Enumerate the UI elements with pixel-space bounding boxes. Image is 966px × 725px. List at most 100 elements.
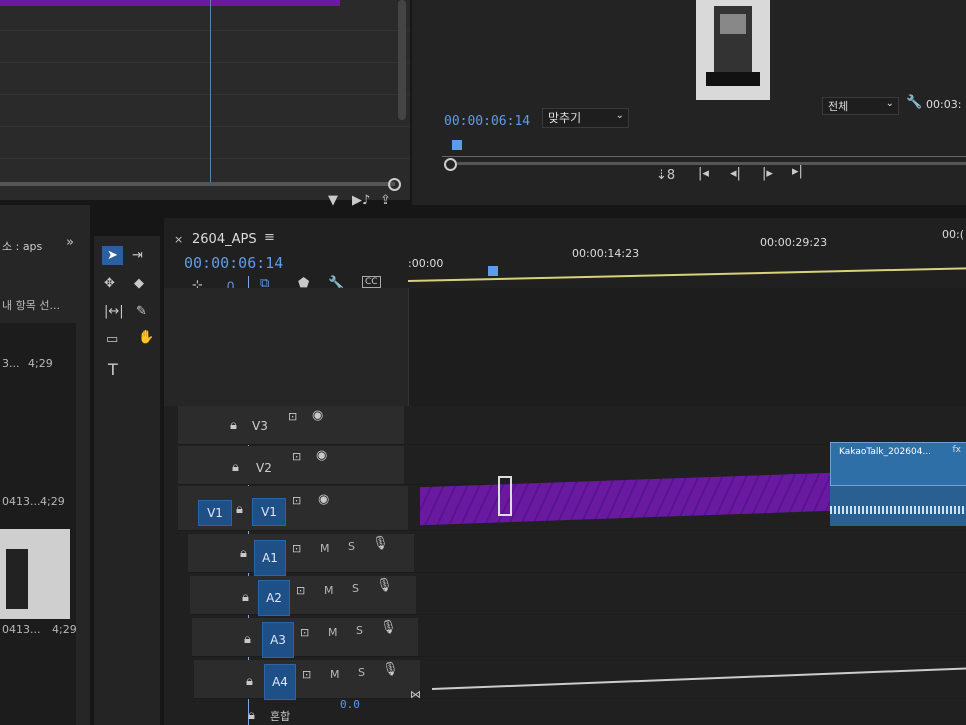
slip-tool-icon[interactable]: |↔| xyxy=(104,304,124,319)
filter-icon[interactable]: ▼ xyxy=(328,193,338,208)
bin-list: 3... 4;29 0413... 4;29 0413... 4;29 xyxy=(0,323,77,725)
timeline-playhead-head[interactable] xyxy=(488,266,498,276)
mix-label: 혼합 xyxy=(270,710,291,723)
mute-button[interactable]: M xyxy=(328,626,338,639)
microphone-icon[interactable]: 🎙︎ xyxy=(372,536,389,551)
program-timecode[interactable]: 00:00:06:14 xyxy=(444,114,530,129)
track-select-tool-icon[interactable]: ⇥ xyxy=(132,248,143,263)
track-a3: 🔒︎ A3 ⊡ M S 🎙︎ xyxy=(192,618,966,658)
thumbnail[interactable] xyxy=(0,529,70,619)
lock-icon[interactable]: 🔒︎ xyxy=(230,418,237,433)
lock-icon[interactable]: 🔒︎ xyxy=(240,546,247,561)
close-tab-icon[interactable]: × xyxy=(174,233,183,246)
play-audio-icon[interactable]: ▶♪ xyxy=(352,193,370,208)
sync-lock-icon[interactable]: ⊡ xyxy=(292,450,301,463)
go-to-out-icon[interactable]: ▸| xyxy=(792,164,803,179)
search-hint[interactable]: 내 항목 선... xyxy=(2,297,60,313)
razor-tool-icon[interactable]: ◆ xyxy=(134,276,144,291)
eye-icon[interactable]: ◉ xyxy=(316,448,327,463)
lock-icon[interactable]: 🔒︎ xyxy=(248,708,255,723)
wrench-icon[interactable]: 🔧 xyxy=(906,95,922,110)
track-target-a2[interactable]: A2 xyxy=(258,580,290,616)
microphone-icon[interactable]: 🎙︎ xyxy=(382,662,399,677)
eye-icon[interactable]: ◉ xyxy=(312,408,323,423)
microphone-icon[interactable]: 🎙︎ xyxy=(380,620,397,635)
program-playhead[interactable] xyxy=(452,140,462,150)
mix-volume[interactable]: 0.0 xyxy=(340,698,360,711)
microphone-icon[interactable]: 🎙︎ xyxy=(376,578,393,593)
item-duration: 4;29 xyxy=(52,623,77,636)
list-item[interactable]: 0413... 4;29 xyxy=(0,623,77,643)
item-duration: 4;29 xyxy=(28,357,53,370)
mute-button[interactable]: M xyxy=(320,542,330,555)
sync-lock-icon[interactable]: ⊡ xyxy=(292,542,301,555)
lock-icon[interactable]: 🔒︎ xyxy=(246,674,253,689)
go-to-in-icon[interactable]: |◂ xyxy=(698,166,709,181)
track-target-a3[interactable]: A3 xyxy=(262,622,294,658)
fit-dropdown[interactable]: 맞추기 ⌄ xyxy=(542,108,629,128)
mute-button[interactable]: M xyxy=(330,668,340,681)
chevron-down-icon: ⌄ xyxy=(615,110,624,121)
program-ruler[interactable] xyxy=(442,140,966,157)
video-preview xyxy=(696,0,770,100)
solo-button[interactable]: S xyxy=(358,666,365,679)
source-zoom-handle[interactable] xyxy=(388,178,401,191)
sync-lock-icon[interactable]: ⊡ xyxy=(292,494,301,507)
add-marker-icon[interactable]: ⇣8 xyxy=(656,168,675,183)
sync-lock-icon[interactable]: ⊡ xyxy=(300,626,309,639)
program-zoom-bar[interactable] xyxy=(457,162,966,165)
kakaotalk-clip[interactable]: KakaoTalk_202604... fx xyxy=(830,442,966,486)
ripple-edit-tool-icon[interactable]: ✥ xyxy=(104,276,115,291)
tab-menu-icon[interactable]: ≡ xyxy=(264,230,275,245)
kakaotalk-clip-lower[interactable] xyxy=(830,486,966,526)
captions-icon[interactable]: CC xyxy=(362,276,381,288)
source-scrollbar[interactable] xyxy=(398,0,406,120)
track-label: V3 xyxy=(252,419,268,433)
track-header xyxy=(178,446,404,484)
list-item[interactable]: 0413... 4;29 xyxy=(0,495,76,515)
lock-icon[interactable]: 🔒︎ xyxy=(244,632,251,647)
lock-icon[interactable]: 🔒︎ xyxy=(232,460,239,475)
sync-lock-icon[interactable]: ⊡ xyxy=(288,410,297,423)
source-patch-v1[interactable]: V1 xyxy=(198,500,232,526)
step-back-icon[interactable]: ◂| xyxy=(730,166,741,181)
sync-lock-icon[interactable]: ⊡ xyxy=(302,668,311,681)
source-clip-strip xyxy=(0,0,340,6)
sequence-tab[interactable]: 2604_APS xyxy=(192,232,257,247)
program-zoom-handle[interactable] xyxy=(444,158,457,171)
source-playhead-line xyxy=(210,0,211,185)
track-a4: 🔒︎ A4 ⊡ M S 🎙︎ xyxy=(194,660,966,700)
source-zoom-bar[interactable] xyxy=(0,182,395,186)
program-monitor: 00:00:06:14 맞추기 ⌄ 전체 ⌄ 🔧 00:03: ⇣8 |◂ ◂|… xyxy=(412,0,966,205)
clip-edit-point[interactable] xyxy=(498,476,512,516)
timeline-panel: × 2604_APS ≡ 00:00:06:14 ⊹ ∩ ⧉ ⬟ 🔧 CC :0… xyxy=(164,218,966,725)
quality-label: 전체 xyxy=(828,100,849,113)
export-icon[interactable]: ⇪ xyxy=(380,193,391,208)
quality-dropdown[interactable]: 전체 ⌄ xyxy=(822,97,899,115)
track-target-a1[interactable]: A1 xyxy=(254,540,286,576)
timeline-ruler[interactable]: :00:00 00:00:14:23 00:00:29:23 00:( xyxy=(408,228,966,286)
pen-tool-icon[interactable]: ✎ xyxy=(136,304,147,319)
track-target-v1[interactable]: V1 xyxy=(252,498,286,526)
step-forward-icon[interactable]: |▸ xyxy=(762,166,773,181)
chevron-down-icon: ⌄ xyxy=(885,98,894,109)
solo-button[interactable]: S xyxy=(348,540,355,553)
eye-icon[interactable]: ◉ xyxy=(318,492,329,507)
rectangle-tool-icon[interactable]: ▭ xyxy=(106,332,118,347)
lock-icon[interactable]: 🔒︎ xyxy=(236,502,243,517)
ruler-label: 00:00:14:23 xyxy=(572,247,640,260)
mute-button[interactable]: M xyxy=(324,584,334,597)
ruler-label: 00:00:29:23 xyxy=(760,236,828,249)
sequence-timecode[interactable]: 00:00:06:14 xyxy=(184,254,283,272)
sync-lock-icon[interactable]: ⊡ xyxy=(296,584,305,597)
track-target-a4[interactable]: A4 xyxy=(264,664,296,700)
solo-button[interactable]: S xyxy=(352,582,359,595)
go-to-edit-icon[interactable]: ⋈ xyxy=(410,688,421,701)
hand-tool-icon[interactable]: ✋ xyxy=(138,330,154,345)
solo-button[interactable]: S xyxy=(356,624,363,637)
selection-tool-icon[interactable]: ➤ xyxy=(102,246,123,265)
panel-menu-icon[interactable]: » xyxy=(66,235,74,250)
lock-icon[interactable]: 🔒︎ xyxy=(242,590,249,605)
list-item[interactable]: 3... 4;29 xyxy=(0,357,76,377)
type-tool-icon[interactable]: T xyxy=(108,360,118,379)
